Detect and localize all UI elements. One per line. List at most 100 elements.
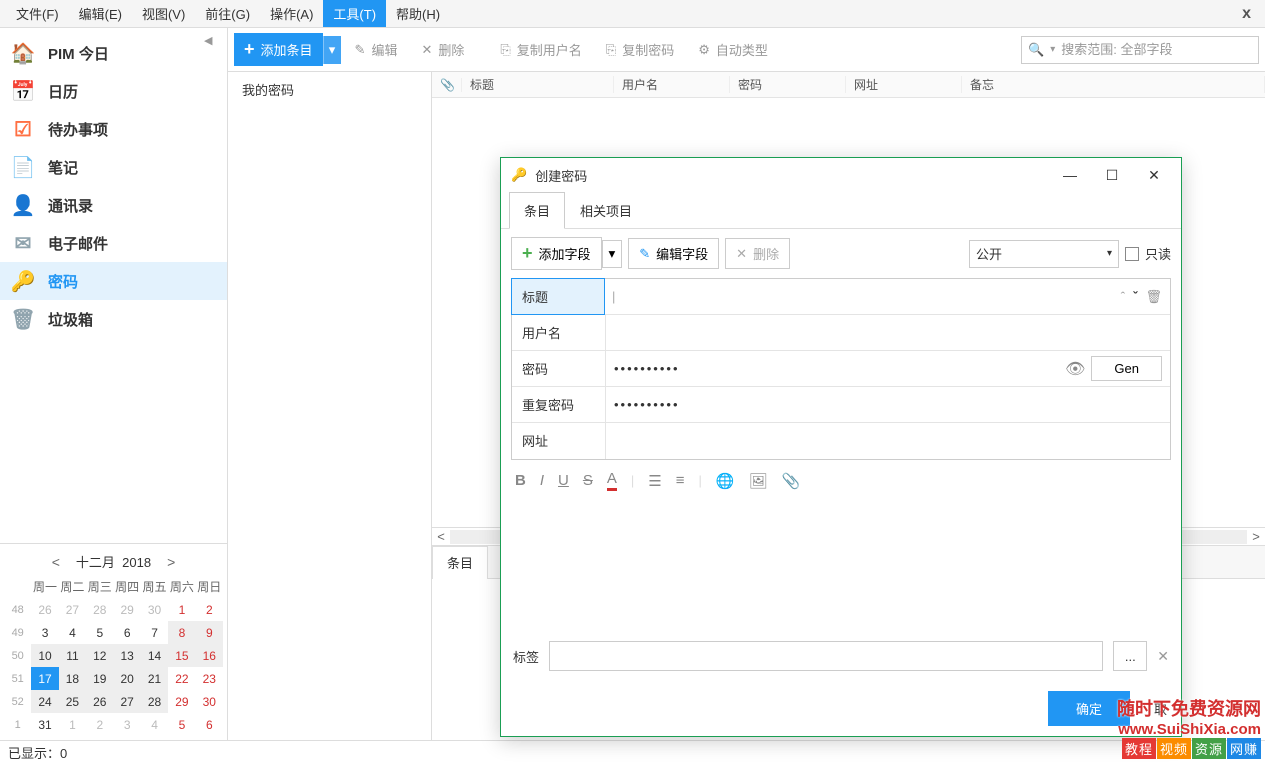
sidebar-item-calendar[interactable]: 📅日历	[0, 72, 227, 110]
calendar-day[interactable]: 26	[31, 598, 58, 621]
menu-item[interactable]: 编辑(E)	[69, 0, 132, 27]
calendar-day[interactable]: 7	[141, 621, 168, 644]
calendar-day[interactable]: 8	[168, 621, 195, 644]
search-box[interactable]: 🔍 ▾	[1021, 36, 1259, 64]
sidebar-item-todo[interactable]: ☑待办事项	[0, 110, 227, 148]
col-title[interactable]: 标题	[462, 76, 614, 93]
calendar-prev-button[interactable]: <	[46, 554, 66, 570]
ok-button[interactable]: 确定	[1048, 691, 1130, 726]
sidebar-item-trash[interactable]: 🗑垃圾箱	[0, 300, 227, 338]
sidebar-item-mail[interactable]: ✉电子邮件	[0, 224, 227, 262]
calendar-day[interactable]: 13	[114, 644, 141, 667]
calendar-day[interactable]: 3	[114, 713, 141, 736]
col-attachment[interactable]: 📎	[432, 78, 462, 92]
bullet-list-button[interactable]: ☰	[648, 472, 661, 490]
col-memo[interactable]: 备忘	[962, 76, 1265, 93]
url-input[interactable]	[614, 428, 1162, 455]
menu-item[interactable]: 操作(A)	[260, 0, 323, 27]
calendar-day[interactable]: 6	[114, 621, 141, 644]
repeat-password-value[interactable]: ••••••••••	[614, 397, 680, 412]
menu-item[interactable]: 前往(G)	[195, 0, 260, 27]
move-up-icon[interactable]: ˆ	[1121, 289, 1125, 304]
calendar-day[interactable]: 21	[141, 667, 168, 690]
add-field-button[interactable]: + 添加字段	[511, 237, 602, 270]
edit-button[interactable]: ✎ 编辑	[345, 34, 408, 65]
window-close-button[interactable]: x	[1234, 5, 1259, 23]
calendar-day[interactable]: 3	[31, 621, 58, 644]
dialog-close-button[interactable]: ✕	[1137, 163, 1171, 187]
add-field-dropdown[interactable]: ▾	[602, 240, 623, 268]
sidebar-collapse-icon[interactable]: ◀	[204, 34, 212, 47]
visibility-select[interactable]: 公开 ▾	[969, 240, 1119, 268]
calendar-day[interactable]: 25	[59, 690, 86, 713]
scroll-right-icon[interactable]: >	[1247, 529, 1265, 544]
calendar-day[interactable]: 29	[168, 690, 195, 713]
link-button[interactable]: 🌐	[716, 472, 735, 490]
autotype-button[interactable]: ⚙ 自动类型	[688, 34, 778, 65]
calendar-day[interactable]: 2	[196, 598, 223, 621]
menu-item[interactable]: 工具(T)	[323, 0, 386, 27]
delete-row-icon[interactable]: 🗑	[1145, 289, 1162, 305]
sidebar-item-contact[interactable]: 👤通讯录	[0, 186, 227, 224]
cancel-button[interactable]: 取	[1140, 691, 1167, 726]
calendar-day[interactable]: 14	[141, 644, 168, 667]
italic-button[interactable]: I	[540, 472, 544, 489]
calendar-day[interactable]: 24	[31, 690, 58, 713]
calendar-day[interactable]: 28	[86, 598, 113, 621]
sidebar-item-key[interactable]: 🔑密码	[0, 262, 227, 300]
calendar-day[interactable]: 5	[86, 621, 113, 644]
sidebar-item-note[interactable]: 📄笔记	[0, 148, 227, 186]
calendar-day[interactable]: 2	[86, 713, 113, 736]
add-entry-dropdown[interactable]: ▾	[323, 36, 341, 64]
bold-button[interactable]: B	[515, 472, 526, 489]
add-entry-button[interactable]: + 添加条目	[234, 33, 323, 66]
username-input[interactable]	[614, 319, 1162, 346]
password-value[interactable]: ••••••••••	[614, 361, 680, 376]
calendar-day[interactable]: 27	[59, 598, 86, 621]
calendar-day[interactable]: 30	[196, 690, 223, 713]
dialog-tab-related[interactable]: 相关项目	[565, 192, 647, 228]
col-password[interactable]: 密码	[730, 76, 846, 93]
dialog-minimize-button[interactable]: —	[1053, 163, 1087, 187]
calendar-day[interactable]: 11	[59, 644, 86, 667]
tag-close-icon[interactable]: ✕	[1157, 648, 1169, 665]
calendar-day[interactable]: 16	[196, 644, 223, 667]
eye-icon[interactable]: 👁	[1065, 359, 1085, 379]
detail-tab-entry[interactable]: 条目	[432, 546, 488, 579]
col-user[interactable]: 用户名	[614, 76, 730, 93]
readonly-checkbox[interactable]: 只读	[1125, 244, 1171, 263]
calendar-day[interactable]: 5	[168, 713, 195, 736]
calendar-day[interactable]: 1	[59, 713, 86, 736]
calendar-day[interactable]: 19	[86, 667, 113, 690]
number-list-button[interactable]: ≡	[676, 472, 685, 489]
calendar-day[interactable]: 27	[114, 690, 141, 713]
menu-item[interactable]: 文件(F)	[6, 0, 69, 27]
calendar-day[interactable]: 4	[141, 713, 168, 736]
calendar-day[interactable]: 4	[59, 621, 86, 644]
calendar-day[interactable]: 31	[31, 713, 58, 736]
copy-password-button[interactable]: ⎘ 复制密码	[596, 34, 684, 65]
col-url[interactable]: 网址	[846, 76, 962, 93]
calendar-next-button[interactable]: >	[161, 554, 181, 570]
tag-input[interactable]	[549, 641, 1103, 671]
copy-username-button[interactable]: ⎘ 复制用户名	[490, 34, 591, 65]
calendar-day[interactable]: 12	[86, 644, 113, 667]
calendar-day[interactable]: 10	[31, 644, 58, 667]
calendar-day[interactable]: 9	[196, 621, 223, 644]
tree-item-root[interactable]: 我的密码	[228, 72, 431, 107]
dialog-maximize-button[interactable]: ☐	[1095, 163, 1129, 187]
search-input[interactable]	[1061, 42, 1252, 57]
underline-button[interactable]: U	[558, 472, 569, 489]
title-input[interactable]	[625, 283, 1104, 310]
strike-button[interactable]: S	[583, 472, 593, 489]
menu-item[interactable]: 视图(V)	[132, 0, 195, 27]
calendar-day[interactable]: 23	[196, 667, 223, 690]
sidebar-item-home[interactable]: 🏠PIM 今日	[0, 34, 227, 72]
edit-field-button[interactable]: ✎ 编辑字段	[628, 238, 719, 269]
calendar-day[interactable]: 18	[59, 667, 86, 690]
calendar-day[interactable]: 17	[31, 667, 58, 690]
move-down-icon[interactable]: ˇ	[1133, 289, 1137, 304]
color-button[interactable]: A	[607, 470, 617, 491]
delete-field-button[interactable]: ✕ 删除	[725, 238, 790, 269]
generate-button[interactable]: Gen	[1091, 356, 1162, 381]
